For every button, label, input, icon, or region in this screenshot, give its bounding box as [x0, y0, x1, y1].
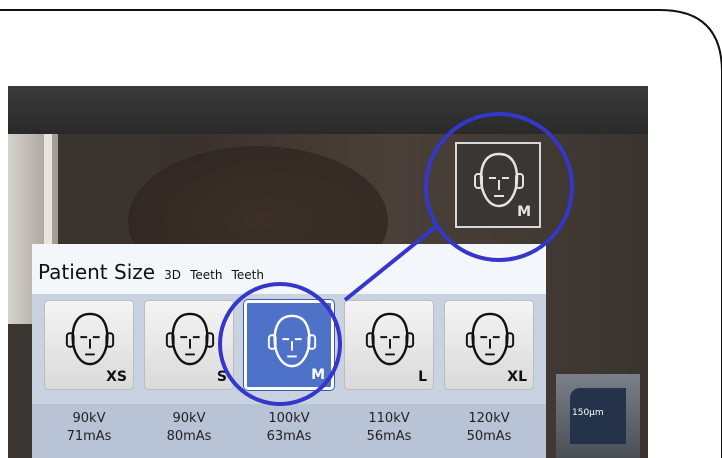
head-icon	[165, 312, 215, 366]
kv-value: 90kV	[72, 411, 106, 426]
mas-value: 50mAs	[466, 429, 512, 444]
head-icon	[65, 312, 115, 366]
exposure-parameters-row: 90kV 71mAs 90kV 80mAs 100kV 63mAs 110kV …	[32, 404, 546, 458]
callout-ring-indicator	[424, 112, 574, 262]
head-icon	[465, 312, 515, 366]
resolution-widget[interactable]: 150µm	[556, 374, 640, 458]
head-icon	[365, 312, 415, 366]
params-xl: 120kV 50mAs	[444, 410, 534, 446]
kv-value: 100kV	[268, 411, 310, 426]
kv-value: 120kV	[468, 411, 510, 426]
size-button-xl[interactable]: XL	[444, 300, 534, 390]
mas-value: 80mAs	[166, 429, 212, 444]
mode-tag-teeth-2[interactable]: Teeth	[232, 268, 264, 282]
kv-value: 110kV	[368, 411, 410, 426]
mode-tag-teeth-1[interactable]: Teeth	[190, 268, 222, 282]
panel-title: Patient Size 3D Teeth Teeth	[38, 260, 264, 284]
mas-value: 56mAs	[366, 429, 412, 444]
size-button-xs[interactable]: XS	[44, 300, 134, 390]
params-s: 90kV 80mAs	[144, 410, 234, 446]
mas-value: 63mAs	[266, 429, 312, 444]
kv-value: 90kV	[172, 411, 206, 426]
params-m: 100kV 63mAs	[244, 410, 334, 446]
resolution-label: 150µm	[572, 408, 604, 418]
screen-top-bar	[8, 86, 648, 134]
size-label-xl: XL	[507, 369, 527, 385]
size-label-xs: XS	[106, 369, 127, 385]
params-xs: 90kV 71mAs	[44, 410, 134, 446]
mode-tag-3d[interactable]: 3D	[164, 268, 181, 282]
params-l: 110kV 56mAs	[344, 410, 434, 446]
size-button-l[interactable]: L	[344, 300, 434, 390]
panel-title-text: Patient Size	[38, 260, 156, 284]
callout-ring-selected-size	[218, 282, 342, 406]
mas-value: 71mAs	[66, 429, 112, 444]
size-label-l: L	[418, 369, 427, 385]
